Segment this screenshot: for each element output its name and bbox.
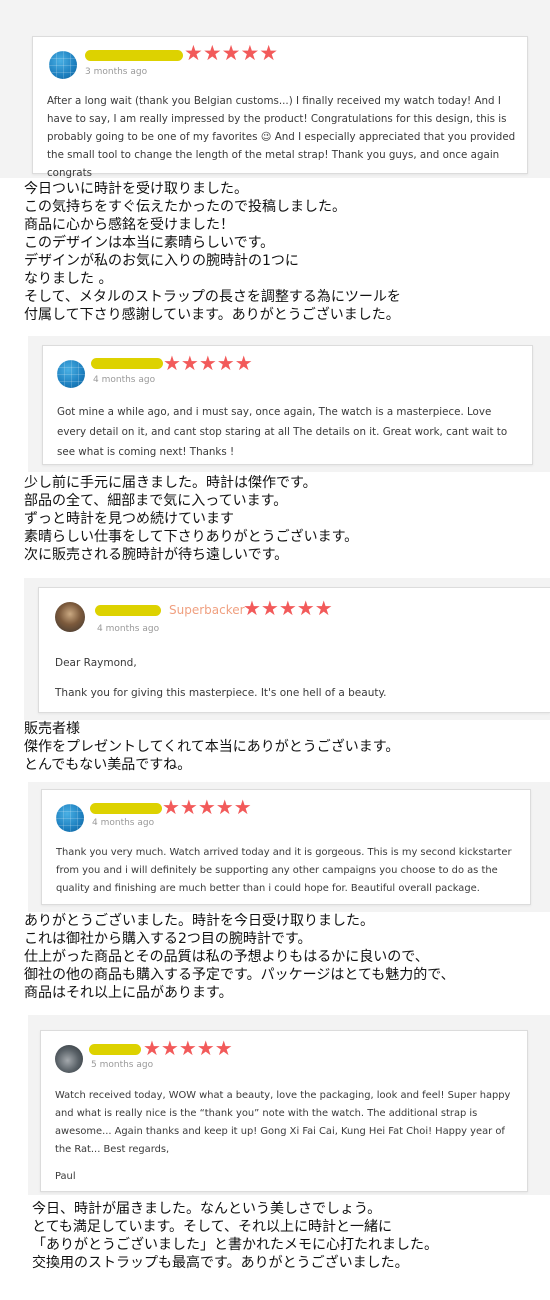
user-avatar [57,360,85,388]
review-card: ★★★★★ 3 months ago After a long wait (th… [32,36,528,179]
star-rating: ★★★★★ [143,1036,233,1060]
review-text: Got mine a while ago, and i must say, on… [57,406,508,458]
review-time: 5 months ago [91,1060,154,1070]
review-text: Watch received today, WOW what a beauty,… [55,1090,511,1155]
superbacker-badge: Superbacker [169,603,245,617]
review-translation: 販売者様 傑作をプレゼントしてくれて本当にありがとうございます。 とんでもない美… [24,721,400,773]
star-rating: ★★★★★ [163,351,253,375]
reviewer-name-redacted [89,1044,141,1055]
star-rating: ★★★★★ [162,795,252,819]
review-card: ★★★★★ 4 months ago Got mine a while ago,… [42,345,533,465]
user-avatar [55,1045,83,1073]
reviewer-name-redacted [91,358,163,369]
review-text: After a long wait (thank you Belgian cus… [47,95,516,179]
reviewer-name-redacted [90,803,162,814]
review-card: Superbacker ★★★★★ 4 months ago Dear Raym… [38,587,550,713]
star-rating: ★★★★★ [243,596,333,620]
star-rating: ★★★★★ [184,41,279,65]
review-translation: 今日ついに時計を受け取りました。 この気持ちをすぐ伝えたかったので投稿しました。… [24,181,401,323]
user-avatar [55,602,85,632]
review-time: 4 months ago [92,818,155,828]
review-card: ★★★★★ 4 months ago Thank you very much. … [41,789,531,905]
review-translation: 今日、時計が届きました。なんという美しさでしょう。 とても満足しています。そして… [32,1201,438,1271]
reviewer-name-redacted [85,50,183,61]
review-signature: Paul [55,1171,76,1182]
review-text: Thank you very much. Watch arrived today… [56,847,512,894]
review-text-body: Thank you for giving this masterpiece. I… [55,687,387,699]
review-translation: 少し前に手元に届きました。時計は傑作です。 部品の全て、細部まで気に入っています… [24,475,359,563]
reviewer-name-redacted [95,605,161,616]
review-translation: ありがとうございました。時計を今日受け取りました。 これは御社から購入する2つ目… [24,913,455,1001]
user-avatar [56,804,84,832]
review-time: 4 months ago [93,375,156,385]
review-card: ★★★★★ 5 months ago Watch received today,… [40,1030,528,1192]
review-text-greeting: Dear Raymond, [55,657,137,669]
review-time: 4 months ago [97,624,160,634]
review-time: 3 months ago [85,67,148,77]
user-avatar [49,51,77,79]
